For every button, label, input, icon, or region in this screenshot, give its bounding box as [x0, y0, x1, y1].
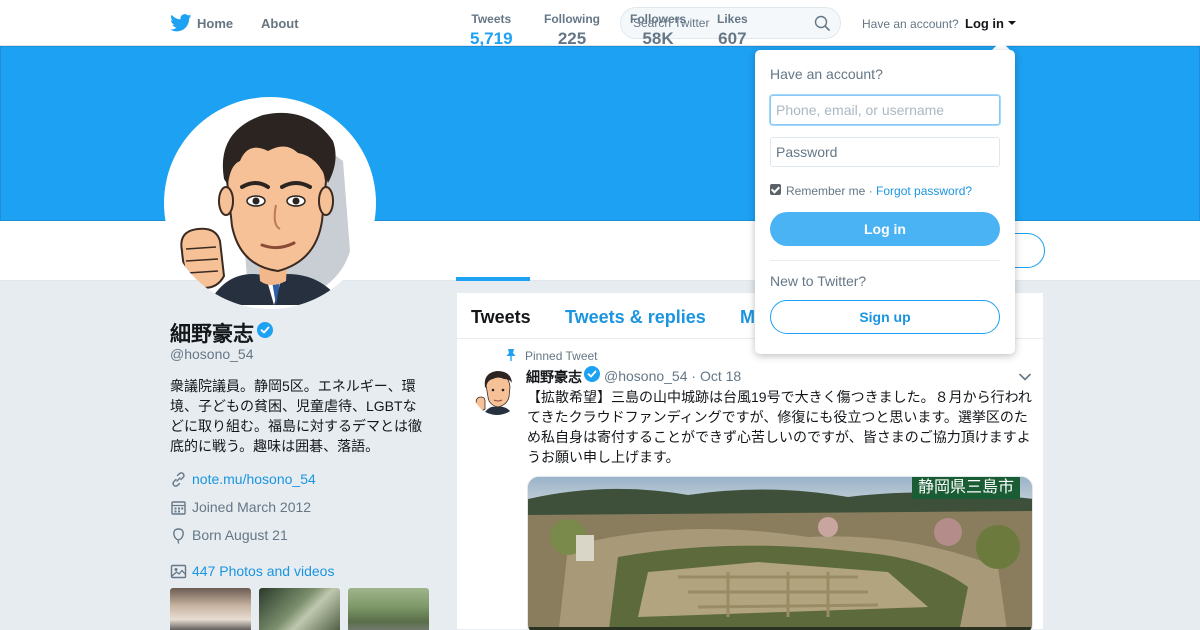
password-field[interactable] [770, 137, 1000, 167]
forgot-password-link[interactable]: Forgot password? [876, 184, 972, 198]
stat-followers[interactable]: Followers 58K [630, 12, 686, 49]
photo-thumbnail[interactable] [348, 588, 429, 630]
profile-handle[interactable]: @hosono_54 [170, 346, 254, 362]
calendar-icon [171, 501, 186, 515]
tab-tweets[interactable]: Tweets [471, 307, 531, 328]
pinned-tweet-label: Pinned Tweet [525, 349, 598, 363]
login-button[interactable]: Log in [770, 212, 1000, 246]
pin-icon [506, 349, 516, 361]
tab-media[interactable]: M [740, 307, 755, 328]
new-to-twitter-text: New to Twitter? [770, 273, 867, 289]
login-dropdown-title: Have an account? [770, 66, 883, 82]
nav-home-link[interactable]: Home [197, 16, 233, 31]
stat-label: Tweets [471, 12, 512, 26]
separator-dot: · [865, 184, 877, 198]
stat-label: Followers [630, 12, 687, 26]
nav-about-link[interactable]: About [261, 16, 299, 31]
remember-me-label[interactable]: Remember me [786, 184, 865, 198]
top-navigation-bar: Home About Search Twitter Have an accoun… [0, 0, 1200, 46]
image-icon [170, 564, 187, 579]
tweet-author-name[interactable]: 細野豪志 [526, 367, 582, 387]
photo-thumbnail[interactable] [170, 588, 251, 630]
stat-label: Following [544, 12, 600, 26]
chevron-down-icon[interactable] [1019, 373, 1031, 381]
stat-tweets[interactable]: Tweets 5,719 [470, 12, 513, 49]
tweet-handle-text: @hosono_54 [604, 368, 688, 384]
stat-value: 5,719 [470, 29, 513, 48]
login-dropdown-toggle[interactable]: Log in [965, 16, 1004, 31]
birthday-text: Born August 21 [192, 527, 288, 543]
remember-me-row: Remember me · Forgot password? [786, 184, 972, 198]
stat-value: 607 [718, 29, 747, 48]
avatar-illustration [168, 101, 372, 305]
verified-badge-icon [584, 366, 600, 382]
website-link[interactable]: note.mu/hosono_54 [192, 471, 316, 487]
search-icon[interactable] [814, 15, 830, 31]
have-account-text: Have an account? [862, 17, 959, 31]
chevron-down-icon[interactable] [1008, 21, 1016, 25]
castle-ruins-photo [528, 477, 1032, 630]
tweet-date[interactable]: Oct 18 [700, 368, 741, 384]
photo-thumbnail[interactable] [259, 588, 340, 630]
stat-value: 225 [557, 29, 587, 48]
tab-tweets-replies[interactable]: Tweets & replies [565, 307, 706, 328]
login-dropdown: Have an account? Remember me · Forgot pa… [755, 50, 1015, 354]
profile-name[interactable]: 細野豪志 [170, 318, 254, 348]
profile-avatar[interactable] [164, 97, 376, 309]
stat-value: 58K [642, 29, 674, 48]
tweet-author-avatar[interactable] [473, 367, 521, 415]
tweet-text: 【拡散希望】三島の山中城跡は台風19号で大きく傷つきました。８月から行われてきた… [527, 389, 1032, 465]
username-field[interactable] [770, 95, 1000, 125]
verified-badge-icon [257, 322, 273, 338]
dropdown-divider [770, 260, 1000, 261]
tweet-media-image[interactable]: 静岡県三島市 [527, 476, 1033, 630]
stat-label: Likes [717, 12, 748, 26]
link-icon [172, 472, 185, 487]
joined-date: Joined March 2012 [192, 499, 312, 515]
tweet-avatar-illustration [473, 367, 521, 415]
twitter-bird-icon[interactable] [170, 14, 192, 32]
stat-likes[interactable]: Likes 607 [717, 12, 748, 49]
remember-me-checkbox[interactable] [770, 184, 781, 195]
balloon-icon [173, 528, 184, 544]
media-caption: 静岡県三島市 [911, 477, 1020, 499]
tweet-author-handle[interactable]: @hosono_54 · Oct 18 [604, 368, 741, 384]
stat-following[interactable]: Following 225 [544, 12, 600, 49]
signup-button[interactable]: Sign up [770, 300, 1000, 334]
active-stat-indicator [456, 277, 530, 281]
photos-videos-label[interactable]: 447 Photos and videos [192, 563, 334, 579]
profile-bio: 衆議院議員。静岡5区。エネルギー、環境、子どもの貧困、児童虐待、LGBTなどに取… [170, 378, 422, 454]
